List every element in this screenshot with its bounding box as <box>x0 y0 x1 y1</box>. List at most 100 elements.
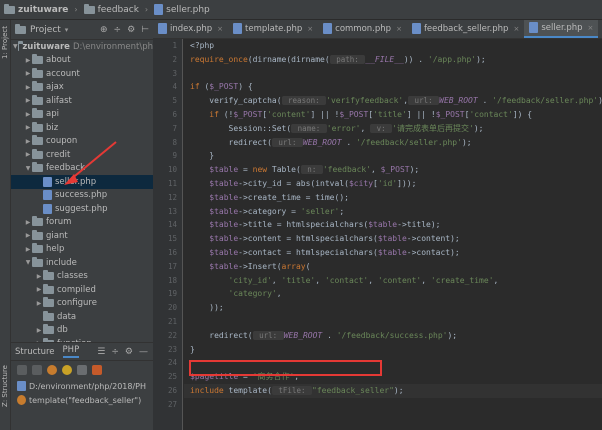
expanded-arrow-icon[interactable]: ▼ <box>13 43 18 50</box>
collapsed-arrow-icon[interactable]: ▶ <box>24 57 32 64</box>
code-line[interactable]: verify_captcha( reason: 'verifyfeedback'… <box>184 94 602 108</box>
collapsed-arrow-icon[interactable]: ▶ <box>35 300 43 307</box>
collapsed-arrow-icon[interactable]: ▶ <box>24 70 32 77</box>
breadcrumb-item[interactable]: seller.php <box>154 4 210 15</box>
collapsed-arrow-icon[interactable]: ▶ <box>24 246 32 253</box>
project-title[interactable]: Project <box>30 25 61 35</box>
collapsed-arrow-icon[interactable]: ▶ <box>24 151 32 158</box>
minimize-icon[interactable]: — <box>139 347 148 357</box>
editor-tab[interactable]: common.php × <box>318 20 407 38</box>
editor-tab[interactable]: feedback_seller.php × <box>407 20 524 38</box>
tree-item-suggest-php[interactable]: suggest.php <box>11 202 153 216</box>
tree-item-credit[interactable]: ▶ credit <box>11 148 153 162</box>
gear-icon[interactable]: ⚙ <box>127 25 135 35</box>
close-icon[interactable]: × <box>217 25 223 33</box>
code-line[interactable]: $table = new Table( n: 'feedback', $_POS… <box>184 163 602 177</box>
tab-structure[interactable]: Structure <box>15 347 55 357</box>
code-line[interactable]: $table->content = htmlspecialchars($tabl… <box>184 232 602 246</box>
tree-item-success-php[interactable]: success.php <box>11 189 153 203</box>
code-line[interactable]: <?php <box>184 39 602 53</box>
code-line[interactable]: $table->category = 'seller'; <box>184 205 602 219</box>
tree-item-biz[interactable]: ▶ biz <box>11 121 153 135</box>
collapsed-arrow-icon[interactable]: ▶ <box>24 111 32 118</box>
tree-item-help[interactable]: ▶ help <box>11 243 153 257</box>
code-line[interactable] <box>184 67 602 81</box>
code-line[interactable]: $table->contact = htmlspecialchars($tabl… <box>184 246 602 260</box>
code-line[interactable] <box>184 356 602 370</box>
autoscroll-icon[interactable] <box>92 365 102 375</box>
structure-item[interactable]: template("feedback_seller") <box>11 393 153 407</box>
tree-item-account[interactable]: ▶ account <box>11 67 153 81</box>
structure-tool-button[interactable]: Z: Structure <box>1 365 9 407</box>
code-line[interactable]: redirect( url: WEB_ROOT . '/feedback/sel… <box>184 136 602 150</box>
code-line[interactable] <box>184 315 602 329</box>
collapsed-arrow-icon[interactable]: ▶ <box>35 327 43 334</box>
tree-item-feedback[interactable]: ▼ feedback <box>11 162 153 176</box>
code-line[interactable]: redirect( url: WEB_ROOT . '/feedback/suc… <box>184 329 602 343</box>
close-icon[interactable]: × <box>307 25 313 33</box>
tree-item-ajax[interactable]: ▶ ajax <box>11 81 153 95</box>
tab-php[interactable]: PHP <box>62 345 80 358</box>
breadcrumb-item[interactable]: feedback <box>83 3 139 15</box>
editor-tab[interactable]: feedb <box>598 20 602 38</box>
sort-alpha-icon[interactable] <box>17 365 27 375</box>
tree-item-forum[interactable]: ▶ forum <box>11 216 153 230</box>
tree-item-zuituware[interactable]: ▼ zuituware D:\environment\ph <box>11 40 153 54</box>
code-line[interactable]: require_once(dirname(dirname( path: __FI… <box>184 53 602 67</box>
code-line[interactable]: } <box>184 343 602 357</box>
collapse-icon[interactable]: ÷ <box>111 347 119 357</box>
code-line[interactable]: $table->Insert(array( <box>184 260 602 274</box>
structure-item[interactable]: D:/environment/php/2018/PH <box>11 379 153 393</box>
show-includes-icon[interactable] <box>77 365 87 375</box>
tree-item-classes[interactable]: ▶ classes <box>11 270 153 284</box>
tree-item-configure[interactable]: ▶ configure <box>11 297 153 311</box>
code-editor[interactable]: <?php require_once(dirname(dirname( path:… <box>184 39 602 430</box>
editor-tab[interactable]: seller.php × <box>524 20 599 38</box>
sort-icon[interactable]: ☰ <box>97 347 105 357</box>
code-line[interactable]: 'city_id', 'title', 'contact', 'content'… <box>184 274 602 288</box>
tree-item-api[interactable]: ▶ api <box>11 108 153 122</box>
gear-icon[interactable]: ⚙ <box>125 347 133 357</box>
tree-item-about[interactable]: ▶ about <box>11 54 153 68</box>
editor-tab[interactable]: template.php × <box>228 20 318 38</box>
locate-icon[interactable]: ⊕ <box>100 25 108 35</box>
close-icon[interactable]: × <box>588 24 594 32</box>
sort-visibility-icon[interactable] <box>32 365 42 375</box>
collapsed-arrow-icon[interactable]: ▶ <box>24 232 32 239</box>
code-line[interactable]: )); <box>184 301 602 315</box>
collapsed-arrow-icon[interactable]: ▶ <box>24 138 32 145</box>
expanded-arrow-icon[interactable]: ▼ <box>24 165 32 172</box>
code-line[interactable]: $table->city_id = abs(intval($city['id']… <box>184 177 602 191</box>
tree-item-compiled[interactable]: ▶ compiled <box>11 283 153 297</box>
code-line[interactable]: include template( tFile: "feedback_selle… <box>184 383 602 398</box>
collapsed-arrow-icon[interactable]: ▶ <box>24 219 32 226</box>
code-line[interactable] <box>184 398 602 412</box>
collapse-icon[interactable]: ÷ <box>114 25 122 35</box>
editor-tab[interactable]: index.php × <box>153 20 228 38</box>
code-line[interactable]: } <box>184 149 602 163</box>
collapsed-arrow-icon[interactable]: ▶ <box>35 286 43 293</box>
tree-item-coupon[interactable]: ▶ coupon <box>11 135 153 149</box>
project-tool-button[interactable]: 1: Project <box>1 26 9 59</box>
show-fields-icon[interactable] <box>47 365 57 375</box>
close-icon[interactable]: × <box>513 25 519 33</box>
tree-item-include[interactable]: ▼ include <box>11 256 153 270</box>
code-line[interactable]: $table->title = htmlspecialchars($table-… <box>184 218 602 232</box>
expanded-arrow-icon[interactable]: ▼ <box>24 259 32 266</box>
code-line[interactable]: $pagetitle = '商务合作'; <box>184 370 602 384</box>
code-line[interactable]: if (!$_POST['content'] || !$_POST['title… <box>184 108 602 122</box>
breadcrumb-item[interactable]: zuituware <box>4 3 68 15</box>
code-line[interactable]: Session::Set( name: 'error', v: '请完成表单后再… <box>184 122 602 136</box>
collapsed-arrow-icon[interactable]: ▶ <box>24 124 32 131</box>
tree-item-seller-php[interactable]: seller.php <box>11 175 153 189</box>
collapsed-arrow-icon[interactable]: ▶ <box>35 273 43 280</box>
show-inherited-icon[interactable] <box>62 365 72 375</box>
tree-item-giant[interactable]: ▶ giant <box>11 229 153 243</box>
dropdown-arrow-icon[interactable]: ▾ <box>65 26 69 34</box>
collapsed-arrow-icon[interactable]: ▶ <box>24 97 32 104</box>
tree-item-alifast[interactable]: ▶ alifast <box>11 94 153 108</box>
close-icon[interactable]: × <box>396 25 402 33</box>
collapsed-arrow-icon[interactable]: ▶ <box>24 84 32 91</box>
code-line[interactable]: 'category', <box>184 287 602 301</box>
tree-item-data[interactable]: data <box>11 310 153 324</box>
